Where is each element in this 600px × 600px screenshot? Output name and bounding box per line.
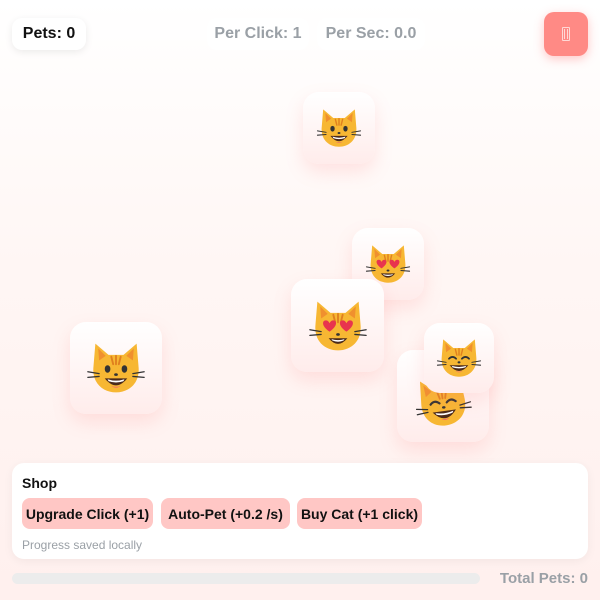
auto-pet-button[interactable]: Auto-Pet (+0.2 /s) bbox=[161, 498, 290, 529]
cat-card[interactable] bbox=[303, 92, 375, 164]
cat-card[interactable] bbox=[70, 322, 162, 414]
smiling-cat-icon bbox=[316, 105, 362, 151]
hourglass-icon bbox=[562, 27, 570, 41]
pets-counter: Pets: 0 bbox=[12, 18, 86, 50]
cat-card[interactable] bbox=[291, 279, 384, 372]
smiling-cat-icon bbox=[436, 335, 482, 381]
reset-button[interactable] bbox=[544, 12, 588, 56]
save-status-note: Progress saved locally bbox=[22, 538, 143, 552]
heart-eyes-cat-icon bbox=[308, 296, 368, 356]
smiling-cat-icon bbox=[86, 338, 146, 398]
per-click-stat: Per Click: 1 bbox=[207, 18, 309, 50]
upgrade-click-button[interactable]: Upgrade Click (+1) bbox=[22, 498, 153, 529]
shop-panel: Shop Upgrade Click (+1) Auto-Pet (+0.2 /… bbox=[12, 463, 588, 559]
buy-cat-button[interactable]: Buy Cat (+1 click) bbox=[297, 498, 422, 529]
shop-title: Shop bbox=[22, 475, 57, 491]
total-pets-label: Total Pets: 0 bbox=[499, 570, 588, 587]
per-sec-stat: Per Sec: 0.0 bbox=[317, 18, 425, 50]
progress-bar bbox=[12, 573, 480, 584]
cat-card[interactable] bbox=[424, 323, 494, 393]
